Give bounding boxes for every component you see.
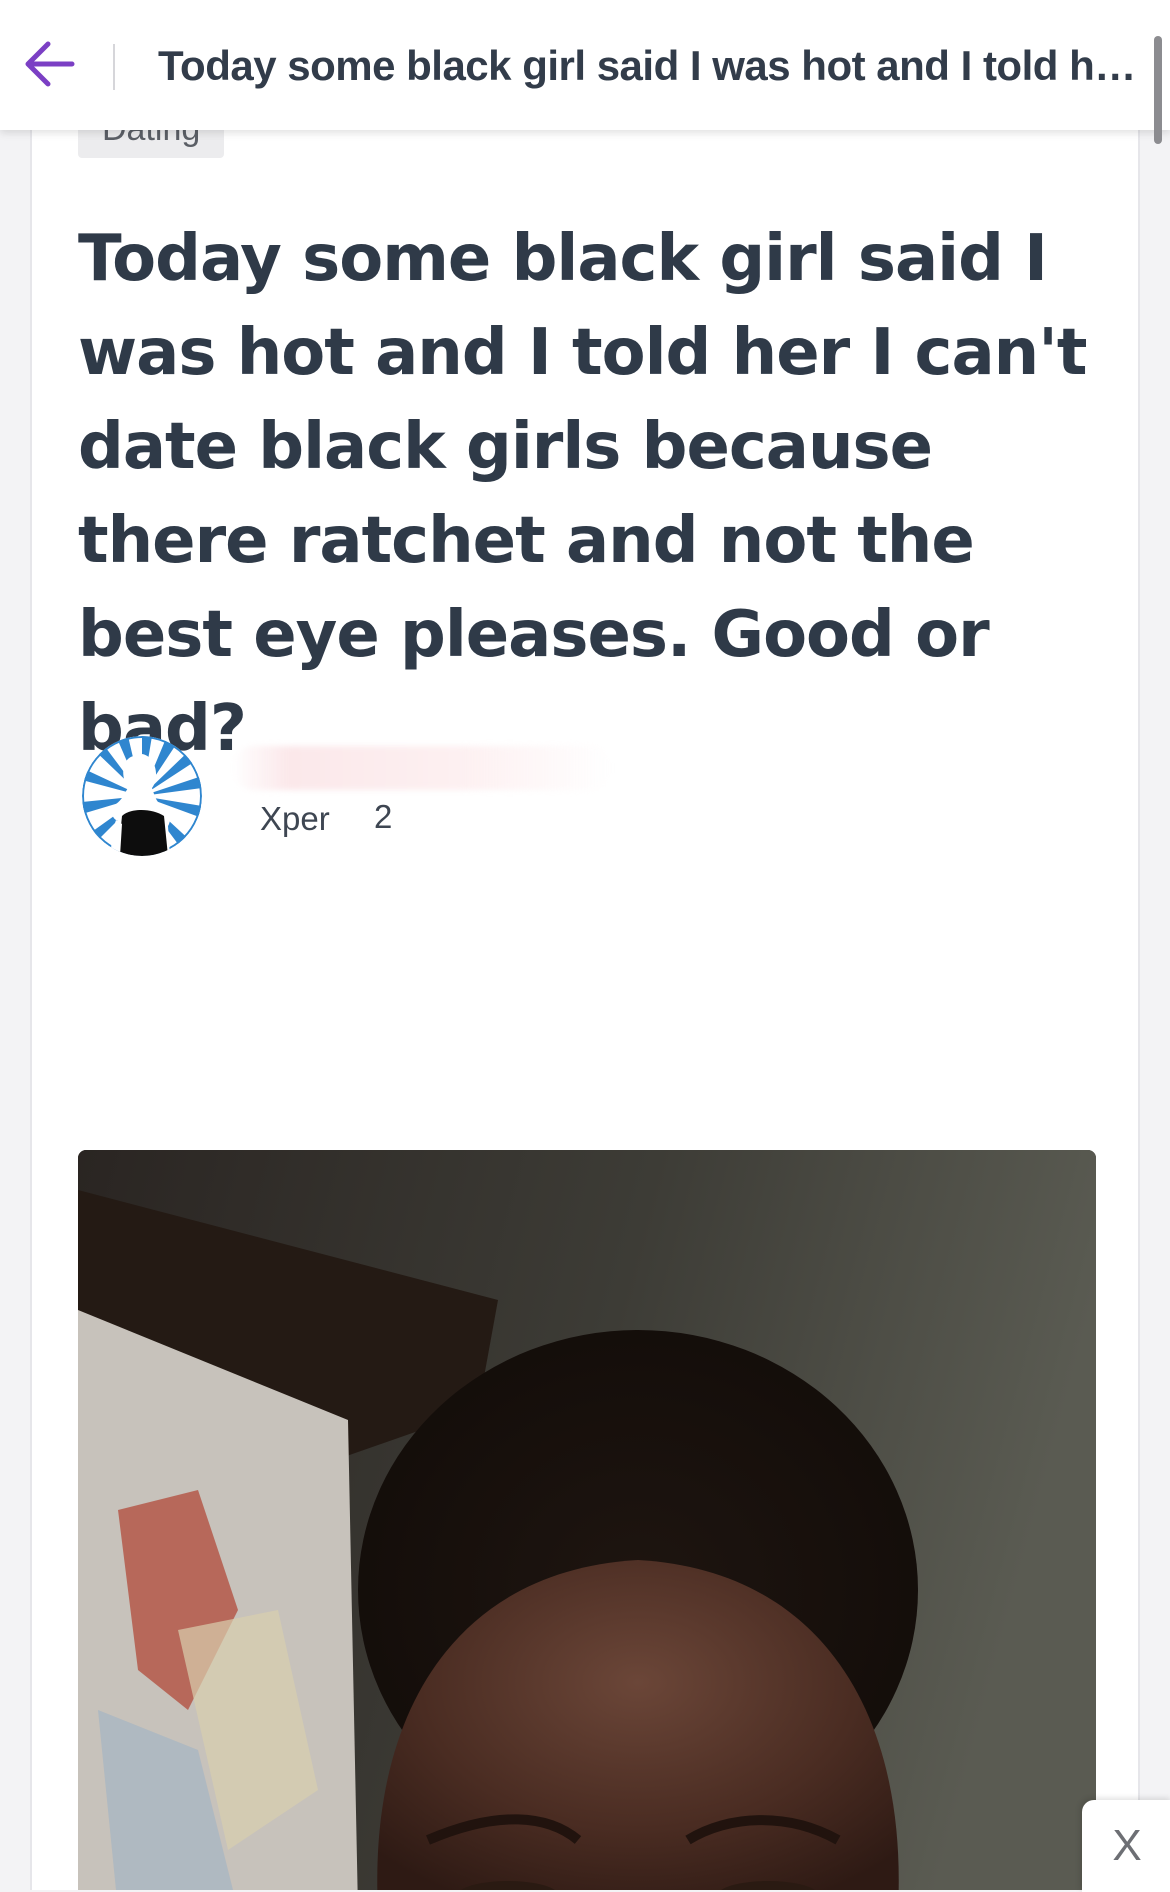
top-app-bar: Today some black girl said I was hot and… [0,0,1170,130]
scrollbar[interactable] [1154,36,1162,144]
xper-label: Xper [260,800,330,837]
silhouette-avatar-icon[interactable] [82,736,202,856]
close-ad-button[interactable]: X [1082,1800,1170,1892]
header-title: Today some black girl said I was hot and… [158,42,1138,89]
header-divider [113,44,115,90]
question-photo[interactable] [78,1150,1096,1890]
author-row[interactable]: Xper 2 [82,736,982,856]
question-title: Today some black girl said I was hot and… [78,222,1087,766]
question-card: Dating Today some black girl said I was … [30,0,1140,1890]
redacted-username [232,746,612,790]
xper-level: 2 [374,798,393,835]
arrow-left-icon[interactable] [18,32,82,96]
